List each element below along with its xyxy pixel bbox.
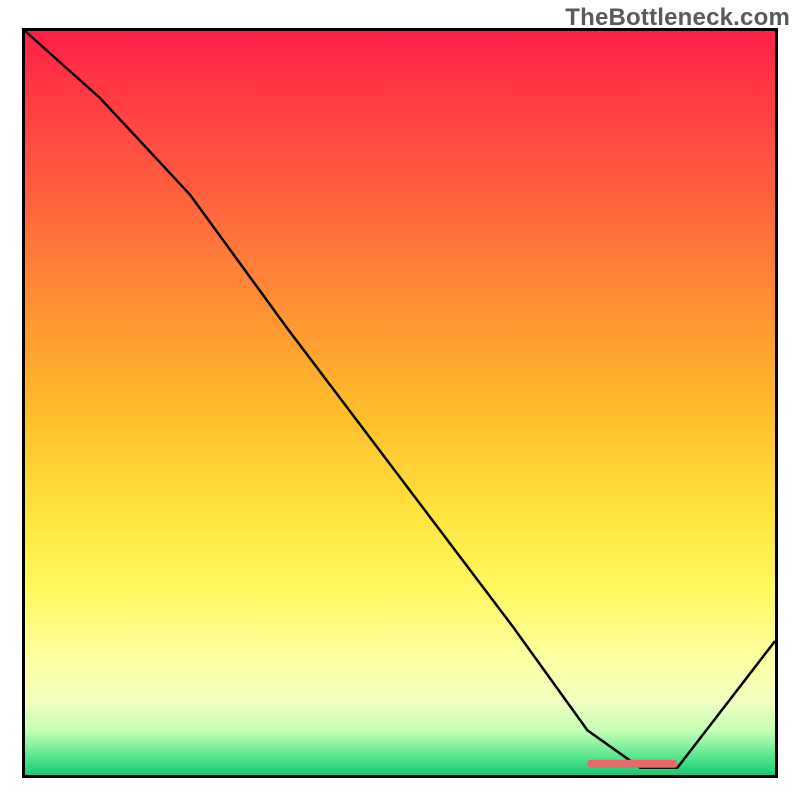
axis-bottom (22, 775, 778, 778)
marker-layer (25, 31, 775, 775)
plot-area (22, 28, 778, 778)
axis-left (22, 28, 25, 778)
optimal-marker (588, 760, 678, 768)
watermark-text: TheBottleneck.com (565, 4, 790, 32)
chart-frame: TheBottleneck.com (0, 0, 800, 800)
